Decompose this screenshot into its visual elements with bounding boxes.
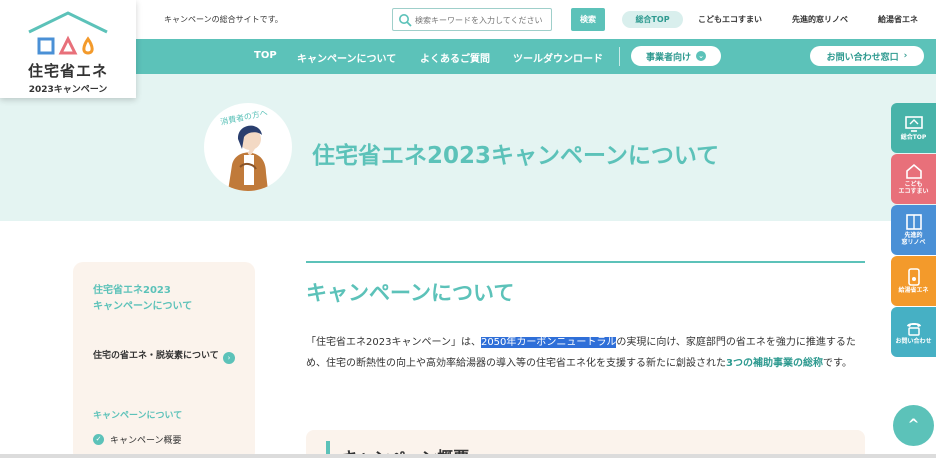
page-title: 住宅省エネ2023キャンペーンについて	[312, 143, 720, 169]
side-kodomo-eco[interactable]: こども エコすまい	[891, 154, 936, 204]
chevron-down-icon: ⌄	[696, 51, 706, 61]
telephone-icon	[906, 322, 921, 336]
chevron-right-icon: ›	[223, 352, 235, 364]
logo-subtitle: 2023キャンペーン	[28, 85, 108, 95]
sidebar-title[interactable]: 住宅省エネ2023 キャンペーンについて	[93, 283, 233, 315]
window-renovation-link[interactable]: 先進的窓リノベ	[792, 14, 848, 25]
nav-divider	[619, 47, 620, 66]
nav-about-campaign[interactable]: キャンペーンについて	[297, 50, 396, 65]
sidebar-section-title: キャンペーンについて	[93, 411, 183, 421]
business-dropdown-button[interactable]: 事業者向け ⌄	[631, 46, 721, 66]
logo-title: 住宅省エネ	[27, 62, 108, 80]
sidebar-item-energy-saving[interactable]: 住宅の省エネ・脱炭素について	[93, 349, 223, 364]
back-to-top-button[interactable]: ^	[893, 405, 934, 446]
side-sticky-nav: 総合TOP こども エコすまい 先進的 窓リノベ 給湯省エネ お問い合わせ	[891, 103, 936, 409]
contact-button-label: お問い合わせ窓口	[826, 52, 899, 63]
side-kodomo-eco-label: こども エコすまい	[898, 181, 929, 195]
window-bottom-edge	[0, 454, 936, 458]
window-icon	[905, 214, 922, 231]
side-water-heater-label: 給湯省エネ	[898, 286, 929, 294]
business-button-label: 事業者向け	[645, 52, 691, 63]
main-nav: TOP キャンペーンについて よくあるご質問 ツールダウンロード 事業者向け ⌄…	[0, 39, 936, 74]
consumer-illustration: 消費者の方へ	[204, 103, 292, 191]
site-tagline: キャンペーンの総合サイトです。	[164, 15, 283, 24]
search-icon	[399, 14, 412, 27]
logo-house-icon	[28, 11, 108, 55]
kodomo-eco-link[interactable]: こどもエコすまい	[698, 14, 762, 25]
content-sidebar: 住宅省エネ2023 キャンペーンについて 住宅の省エネ・脱炭素について › キャ…	[73, 262, 255, 458]
top-bar: キャンペーンの総合サイトです。 検索 総合TOP こどもエコすまい 先進的窓リノ…	[136, 0, 936, 39]
general-top-link[interactable]: 総合TOP	[622, 11, 683, 28]
section-rule	[306, 261, 865, 263]
side-general-top[interactable]: 総合TOP	[891, 103, 936, 153]
intro-text-c: です。	[822, 358, 852, 369]
side-water-heater[interactable]: 給湯省エネ	[891, 256, 936, 306]
three-subsidies-link[interactable]: 3つの補助事業の総称	[726, 358, 823, 369]
intro-text-a: 「住宅省エネ2023キャンペーン」は、	[306, 337, 481, 348]
sidebar-item-overview[interactable]: ✓ キャンペーン概要	[93, 433, 182, 446]
check-icon: ✓	[93, 434, 104, 445]
side-contact-label: お問い合わせ	[895, 337, 932, 345]
section-title: キャンペーンについて	[306, 281, 515, 305]
page-hero: 消費者の方へ 住宅省エネ2023キャンペーンについて	[0, 74, 936, 221]
water-heater-link[interactable]: 給湯省エネ	[878, 14, 918, 25]
side-contact[interactable]: お問い合わせ	[891, 307, 936, 357]
monitor-icon	[904, 115, 923, 132]
side-window-renovation-label: 先進的 窓リノベ	[901, 232, 926, 246]
site-logo[interactable]: 住宅省エネ 2023キャンペーン	[0, 0, 136, 98]
nav-top[interactable]: TOP	[254, 50, 277, 61]
side-window-renovation[interactable]: 先進的 窓リノベ	[891, 205, 936, 255]
search-button[interactable]: 検索	[571, 8, 605, 31]
intro-paragraph: 「住宅省エネ2023キャンペーン」は、2050年カーボンニュートラルの実現に向け…	[306, 332, 866, 374]
selected-text: 2050年カーボンニュートラル	[480, 337, 617, 348]
search-box	[392, 8, 552, 31]
nav-faq[interactable]: よくあるご質問	[420, 50, 490, 65]
contact-button[interactable]: お問い合わせ窓口 ›	[810, 46, 924, 66]
side-general-top-label: 総合TOP	[900, 133, 927, 141]
search-input[interactable]	[415, 12, 547, 28]
nav-tool-download[interactable]: ツールダウンロード	[513, 50, 603, 65]
chevron-right-icon: ›	[903, 51, 908, 61]
sidebar-item-overview-label: キャンペーン概要	[110, 436, 182, 446]
home-icon	[905, 164, 922, 180]
water-heater-icon	[907, 267, 920, 286]
